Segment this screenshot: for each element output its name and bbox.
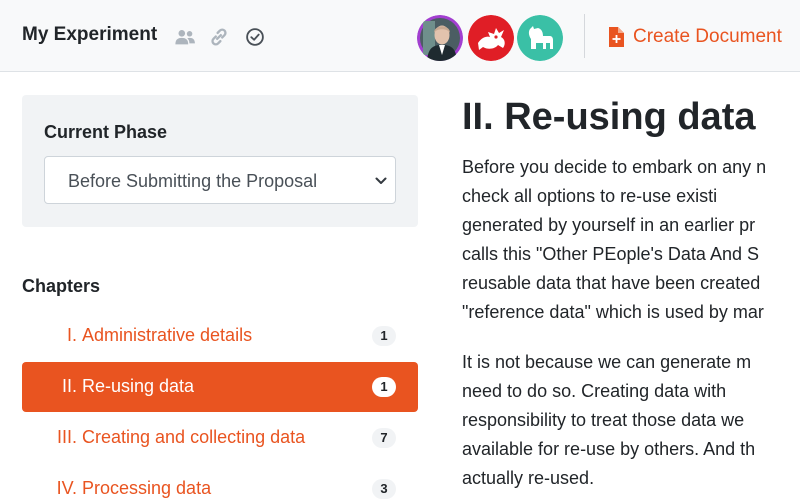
chapter-question-count-badge: 7	[372, 428, 396, 448]
chevron-down-icon	[375, 177, 387, 184]
text-line: available for re-use by others. And th	[462, 439, 756, 459]
chapter-number: III.	[56, 427, 77, 447]
text-line: reusable data that have been created	[462, 273, 761, 293]
header-divider	[584, 14, 585, 58]
text-line: Before you decide to embark on any n	[462, 157, 767, 177]
chapter-item-administrative-details[interactable]: I. Administrative details 1	[22, 311, 418, 361]
text-line: "reference data" which is used by mar	[462, 302, 764, 322]
chapter-question-count-badge: 1	[372, 326, 396, 346]
text-line: need to do so. Creating data with	[462, 381, 727, 401]
chapter-number: I.	[66, 325, 77, 345]
create-document-button[interactable]: Create Document	[606, 24, 782, 50]
text-line: actually re-used.	[462, 468, 595, 488]
user-avatar-dragon[interactable]	[468, 15, 514, 61]
chapter-item-processing-data[interactable]: IV. Processing data 3	[22, 464, 418, 500]
chapter-number: II.	[61, 376, 77, 396]
file-add-icon	[609, 27, 624, 47]
user-avatar-photo[interactable]	[417, 15, 463, 61]
user-avatar-horse[interactable]	[517, 15, 563, 61]
project-title: My Experiment	[22, 24, 158, 45]
users-icon[interactable]	[174, 26, 196, 48]
chapters-heading: Chapters	[22, 276, 101, 296]
text-line: generated by yourself in an earlier pr	[462, 215, 756, 235]
chapter-item-creating-and-collecting-data[interactable]: III. Creating and collecting data 7	[22, 413, 418, 463]
chapter-number: IV.	[56, 478, 77, 498]
text-line: responsibility to treat those data we	[462, 410, 745, 430]
chapter-text-paragraph: It is not because we can generate m need…	[462, 348, 800, 493]
text-line: check all options to re-use existi	[462, 186, 718, 206]
link-icon[interactable]	[208, 26, 230, 48]
phase-select-value: Before Submitting the Proposal	[68, 171, 318, 191]
chapter-title: II. Re-using data	[462, 96, 756, 138]
create-document-label: Create Document	[633, 26, 782, 47]
text-line: calls this "Other PEople's Data And S	[462, 244, 759, 264]
current-phase-panel: Current Phase Before Submitting the Prop…	[22, 95, 418, 227]
chapter-question-count-badge: 3	[372, 479, 396, 499]
check-circle-icon[interactable]	[244, 26, 266, 48]
current-phase-label: Current Phase	[44, 122, 168, 142]
chapter-question-count-badge: 1	[372, 377, 396, 397]
chapter-item-re-using-data[interactable]: II. Re-using data 1	[22, 362, 418, 412]
chapter-name: Processing data	[82, 478, 212, 498]
top-header: My Experiment Create Document	[0, 0, 800, 72]
chapter-name: Administrative details	[82, 325, 253, 345]
chapter-name: Re-using data	[82, 376, 195, 396]
chapter-text-paragraph: Before you decide to embark on any n che…	[462, 153, 800, 327]
phase-select[interactable]: Before Submitting the Proposal	[44, 156, 396, 204]
text-line: It is not because we can generate m	[462, 352, 752, 372]
chapter-name: Creating and collecting data	[82, 427, 306, 447]
